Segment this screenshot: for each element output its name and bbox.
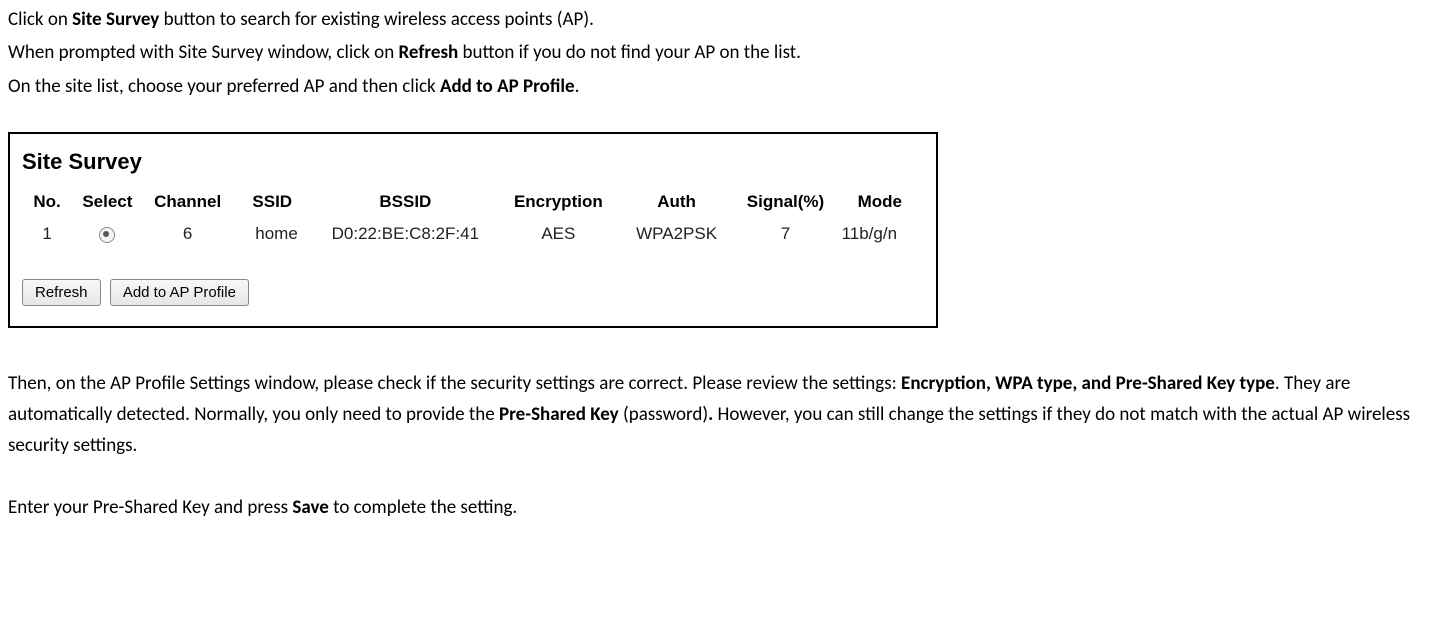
text: to complete the setting. (329, 496, 517, 519)
site-survey-panel: Site Survey No. Select Channel SSID BSSI… (8, 132, 938, 328)
button-row: Refresh Add to AP Profile (22, 276, 924, 307)
cell-encryption: AES (499, 218, 618, 250)
text-bold: Pre-Shared Key (499, 403, 619, 426)
text-bold: Site Survey (72, 8, 159, 31)
col-header-signal: Signal(%) (735, 186, 835, 218)
instruction-line-2: When prompted with Site Survey window, c… (8, 37, 1422, 68)
cell-select (72, 218, 143, 250)
col-header-no: No. (22, 186, 72, 218)
cell-auth: WPA2PSK (618, 218, 736, 250)
col-header-auth: Auth (618, 186, 736, 218)
text: Then, on the AP Profile Settings window,… (8, 372, 901, 395)
col-header-channel: Channel (143, 186, 233, 218)
site-survey-table: No. Select Channel SSID BSSID Encryption… (22, 186, 924, 250)
text: button if you do not find your AP on the… (458, 41, 801, 64)
col-header-encryption: Encryption (499, 186, 618, 218)
table-row: 1 6 home D0:22:BE:C8:2F:41 AES WPA2PSK 7… (22, 218, 924, 250)
cell-ssid: home (233, 218, 312, 250)
cell-mode: 11b/g/n (836, 218, 924, 250)
col-header-ssid: SSID (233, 186, 312, 218)
text-bold: Save (292, 496, 328, 519)
text: Click on (8, 8, 72, 31)
site-survey-title: Site Survey (22, 144, 924, 180)
text: When prompted with Site Survey window, c… (8, 41, 398, 64)
add-to-ap-profile-button[interactable]: Add to AP Profile (110, 279, 249, 306)
col-header-mode: Mode (836, 186, 924, 218)
text-bold: Add to AP Profile (440, 75, 575, 98)
instruction-paragraph-3: Enter your Pre-Shared Key and press Save… (8, 492, 1422, 523)
text-bold: Refresh (398, 41, 458, 64)
text-bold: Encryption, WPA type, and Pre-Shared Key… (901, 372, 1275, 395)
cell-channel: 6 (143, 218, 233, 250)
spacer (8, 464, 1422, 492)
cell-bssid: D0:22:BE:C8:2F:41 (312, 218, 499, 250)
cell-no: 1 (22, 218, 72, 250)
instruction-paragraph-2: Then, on the AP Profile Settings window,… (8, 368, 1422, 462)
table-header-row: No. Select Channel SSID BSSID Encryption… (22, 186, 924, 218)
col-header-select: Select (72, 186, 143, 218)
cell-signal: 7 (735, 218, 835, 250)
col-header-bssid: BSSID (312, 186, 499, 218)
instruction-line-3: On the site list, choose your preferred … (8, 71, 1422, 102)
refresh-button[interactable]: Refresh (22, 279, 101, 306)
text: On the site list, choose your preferred … (8, 75, 440, 98)
text: . (575, 75, 580, 98)
text: Enter your Pre-Shared Key and press (8, 496, 292, 519)
select-radio[interactable] (99, 227, 115, 243)
text: button to search for existing wireless a… (159, 8, 594, 31)
instruction-line-1: Click on Site Survey button to search fo… (8, 4, 1422, 35)
text: (password) (619, 403, 708, 426)
